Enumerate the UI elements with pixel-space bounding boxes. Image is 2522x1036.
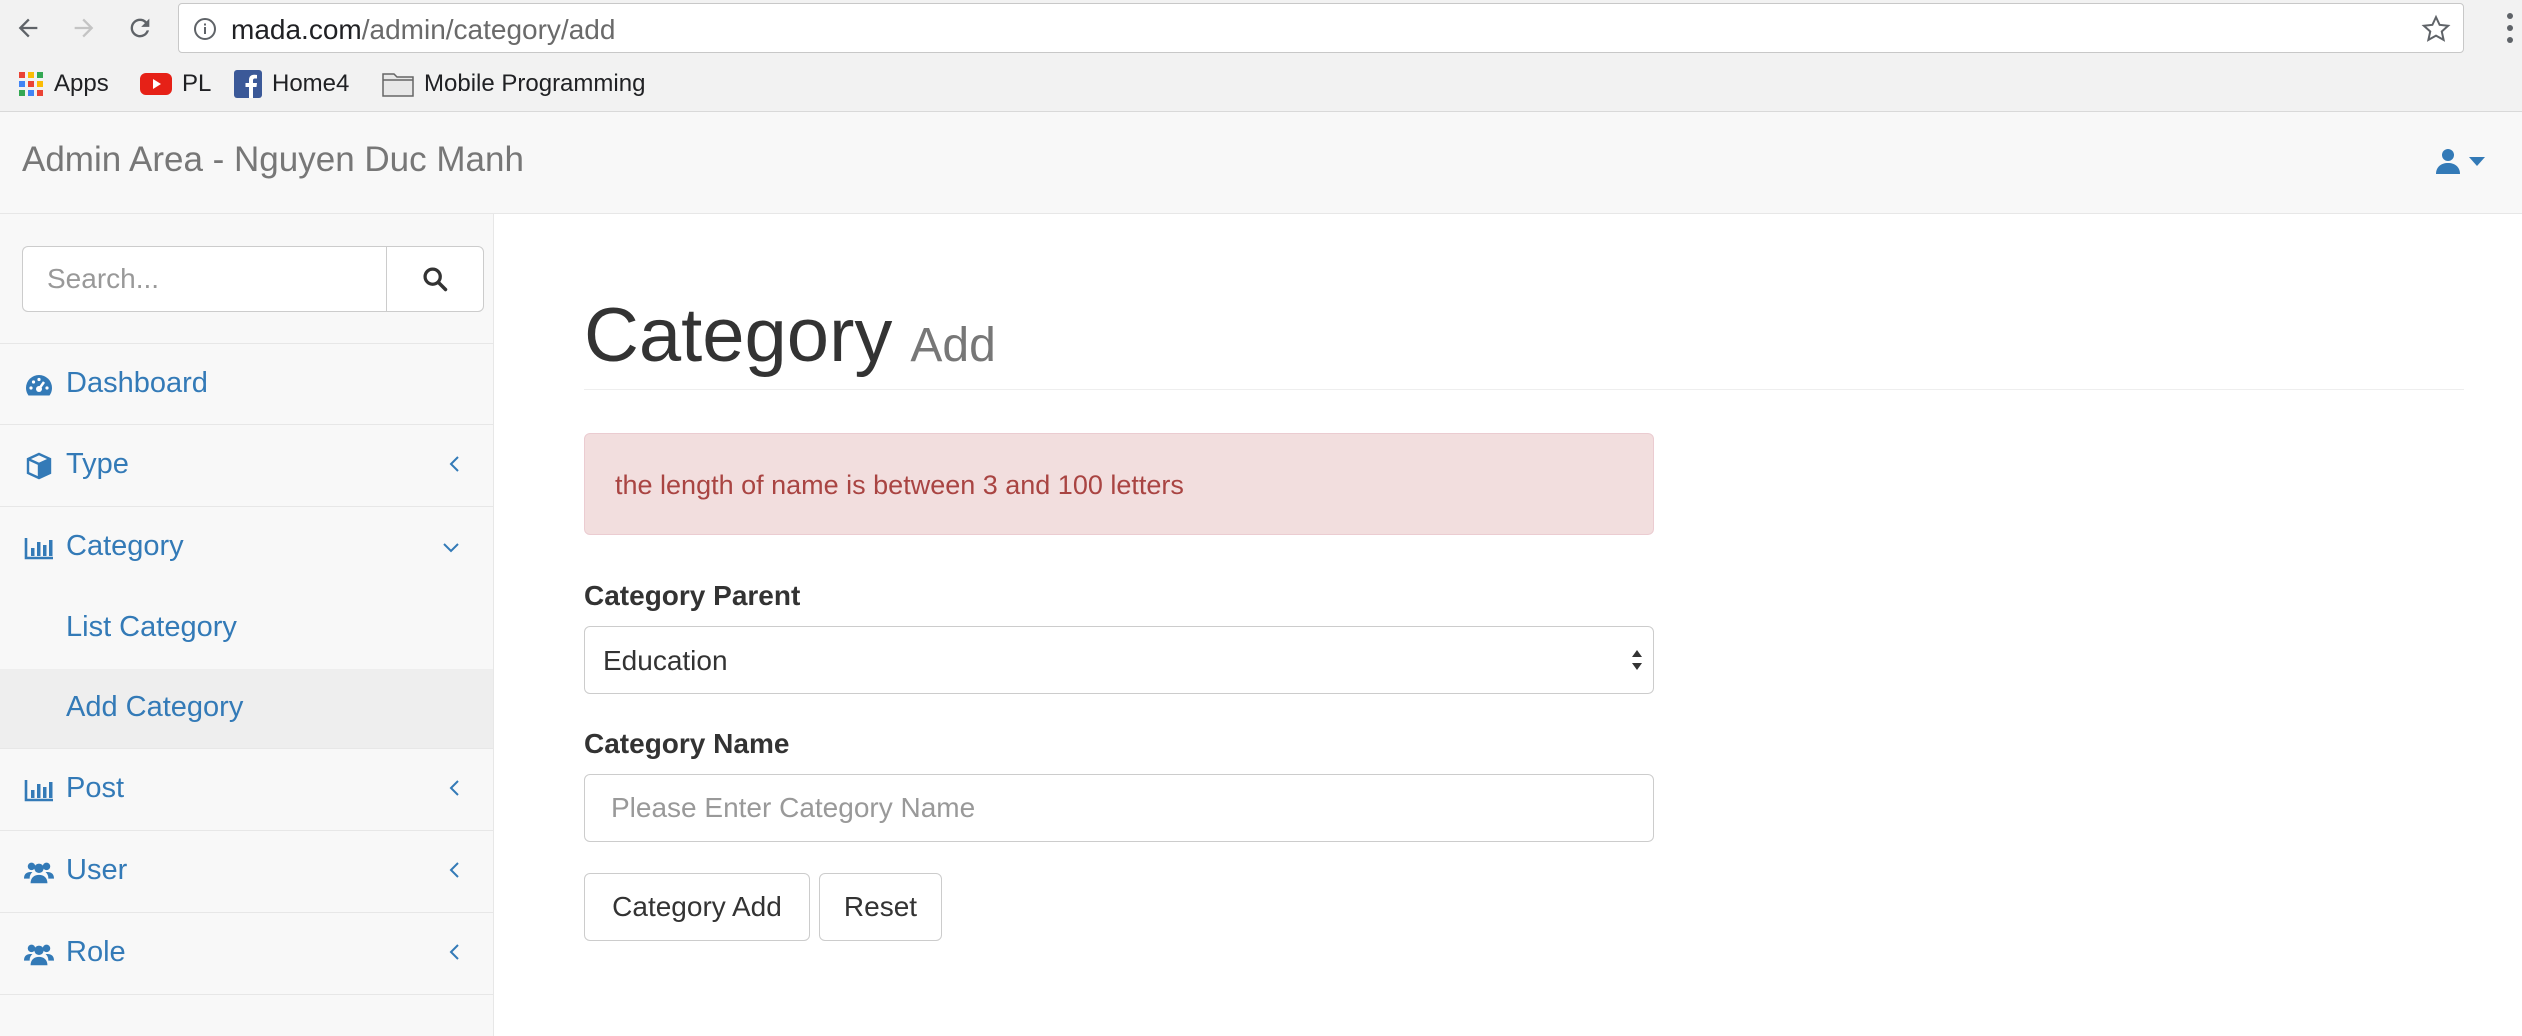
sidebar-item-user[interactable]: User <box>0 831 493 913</box>
apps-grid-icon <box>19 72 43 96</box>
navbar-brand[interactable]: Admin Area - Nguyen Duc Manh <box>22 140 524 180</box>
category-name-label: Category Name <box>584 728 790 759</box>
category-parent-label: Category Parent <box>584 580 801 611</box>
reset-button[interactable]: Reset <box>819 873 942 941</box>
sidebar-item-category[interactable]: Category <box>0 507 493 589</box>
user-icon <box>2436 149 2460 174</box>
chevron-left-icon <box>449 944 459 960</box>
page-subtitle: Add <box>910 319 996 372</box>
sidebar-item-dashboard[interactable]: Dashboard <box>0 343 493 425</box>
forward-arrow-icon <box>74 18 94 38</box>
sidebar-item-label: Role <box>66 936 126 968</box>
chevron-left-icon <box>449 780 459 796</box>
sidebar-subitem-label: Add Category <box>66 691 244 723</box>
sidebar-subitem-label: List Category <box>66 611 237 643</box>
search-icon <box>423 267 448 292</box>
url-host: mada.com <box>231 14 362 45</box>
url-text: mada.com/admin/category/add <box>231 14 615 46</box>
forward-button[interactable] <box>64 8 104 48</box>
caret-down-icon <box>2469 157 2485 166</box>
bookmark-label: PL <box>182 70 212 97</box>
user-dropdown-toggle[interactable] <box>2436 148 2486 174</box>
category-name-input[interactable] <box>584 774 1654 842</box>
page-header: Category Add <box>584 292 996 379</box>
dashboard-icon <box>24 371 54 399</box>
sidebar-item-label: Type <box>66 448 129 480</box>
search-button[interactable] <box>386 246 484 312</box>
back-button[interactable] <box>8 8 48 48</box>
chevron-down-icon <box>443 543 459 553</box>
sidebar: Dashboard Type Category List Category Ad… <box>0 214 494 1036</box>
cube-icon <box>24 452 54 480</box>
sidebar-subitem-list-category[interactable]: List Category <box>0 589 493 669</box>
category-parent-select[interactable]: Education <box>584 626 1654 694</box>
bookmarks-bar: Apps PL Home4 Mobile Programming <box>0 56 2522 112</box>
bookmark-pl[interactable]: PL <box>140 66 211 102</box>
sidebar-item-role[interactable]: Role <box>0 913 493 995</box>
error-alert: the length of name is between 3 and 100 … <box>584 433 1654 535</box>
browser-menu-icon[interactable] <box>2502 10 2518 46</box>
sidebar-search <box>22 246 484 312</box>
reload-button[interactable] <box>120 8 160 48</box>
bookmark-star-icon[interactable] <box>2421 14 2451 44</box>
sidebar-item-label: Category <box>66 530 184 562</box>
youtube-icon <box>140 73 172 95</box>
app-navbar: Admin Area - Nguyen Duc Manh <box>0 112 2522 214</box>
sidebar-item-post[interactable]: Post <box>0 749 493 831</box>
bookmark-apps[interactable]: Apps <box>18 66 109 102</box>
info-icon <box>194 18 216 40</box>
back-arrow-icon <box>18 18 38 38</box>
reload-icon <box>130 18 150 38</box>
sidebar-item-label: Dashboard <box>66 367 208 399</box>
bookmark-mobile-programming[interactable]: Mobile Programming <box>382 66 645 102</box>
folder-icon <box>382 73 414 97</box>
selected-value: Education <box>603 645 728 676</box>
url-path: /admin/category/add <box>361 14 616 45</box>
sidebar-item-label: User <box>66 854 128 886</box>
sidebar-menu: Dashboard Type Category List Category Ad… <box>0 343 493 995</box>
bookmark-label: Home4 <box>272 70 350 97</box>
sidebar-item-label: Post <box>66 772 125 804</box>
search-input[interactable] <box>22 246 386 312</box>
users-icon <box>24 858 54 886</box>
users-icon <box>24 940 54 968</box>
main-content: Category Add the length of name is betwee… <box>494 214 2522 1036</box>
bookmark-home4[interactable]: Home4 <box>234 66 349 102</box>
chevron-left-icon <box>449 456 459 472</box>
sidebar-subitem-add-category[interactable]: Add Category <box>0 669 493 749</box>
bookmark-label: Apps <box>54 70 109 97</box>
select-updown-icon <box>1632 650 1642 670</box>
browser-toolbar: mada.com/admin/category/add <box>0 0 2522 56</box>
bookmark-label: Mobile Programming <box>424 70 646 97</box>
category-add-button[interactable]: Category Add <box>584 873 810 941</box>
address-bar[interactable]: mada.com/admin/category/add <box>178 3 2464 53</box>
page-title: Category <box>584 293 893 378</box>
header-divider <box>584 389 2464 390</box>
bar-chart-icon <box>24 534 54 562</box>
chevron-left-icon <box>449 862 459 878</box>
bar-chart-icon <box>24 776 54 804</box>
facebook-icon <box>234 70 262 98</box>
sidebar-item-type[interactable]: Type <box>0 425 493 507</box>
